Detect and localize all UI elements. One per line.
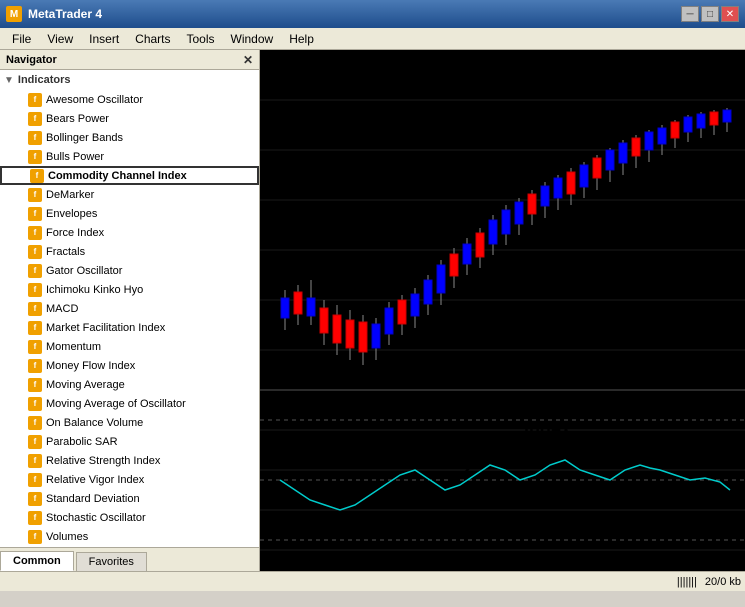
nav-item-bulls-power[interactable]: f Bulls Power (0, 147, 259, 166)
minimize-button[interactable]: ─ (681, 6, 699, 22)
nav-item-moving-average-oscillator[interactable]: f Moving Average of Oscillator (0, 394, 259, 413)
indicator-icon: f (28, 492, 42, 506)
nav-item-macd[interactable]: f MACD (0, 299, 259, 318)
nav-item-commodity-channel-index[interactable]: f Commodity Channel Index (0, 166, 259, 185)
nav-item-rsi[interactable]: f Relative Strength Index (0, 451, 259, 470)
nav-item-envelopes[interactable]: f Envelopes (0, 204, 259, 223)
status-indicator: ||||||| (677, 576, 697, 588)
indicator-icon: f (28, 378, 42, 392)
status-bar: ||||||| 20/0 kb (0, 571, 745, 591)
indicator-icon: f (28, 283, 42, 297)
indicator-icon: f (28, 321, 42, 335)
indicator-icon: f (28, 245, 42, 259)
title-bar-title: MetaTrader 4 (28, 7, 102, 21)
maximize-button[interactable]: □ (701, 6, 719, 22)
indicator-icon: f (28, 530, 42, 544)
nav-item-money-flow[interactable]: f Money Flow Index (0, 356, 259, 375)
nav-item-on-balance-volume[interactable]: f On Balance Volume (0, 413, 259, 432)
menu-view[interactable]: View (39, 30, 81, 48)
nav-item-market-facilitation[interactable]: f Market Facilitation Index (0, 318, 259, 337)
nav-item-moving-average[interactable]: f Moving Average (0, 375, 259, 394)
indicator-icon: f (28, 150, 42, 164)
nav-item-ichimoku[interactable]: f Ichimoku Kinko Hyo (0, 280, 259, 299)
chart-area[interactable]: Double Click Commodity ChannelIndex (260, 50, 745, 571)
menu-insert[interactable]: Insert (81, 30, 127, 48)
indicator-icon: f (28, 359, 42, 373)
menu-tools[interactable]: Tools (179, 30, 223, 48)
navigator-header: Navigator ✕ (0, 50, 259, 70)
indicator-icon: f (28, 340, 42, 354)
tab-common[interactable]: Common (0, 551, 74, 571)
nav-item-awesome-oscillator[interactable]: f Awesome Oscillator (0, 90, 259, 109)
menu-window[interactable]: Window (223, 30, 282, 48)
chart-svg (260, 50, 745, 571)
navigator-panel: Navigator ✕ ▼ Indicators f Awesome Oscil… (0, 50, 260, 571)
indicator-icon: f (28, 264, 42, 278)
nav-item-standard-deviation[interactable]: f Standard Deviation (0, 489, 259, 508)
tab-favorites[interactable]: Favorites (76, 552, 147, 571)
nav-item-force-index[interactable]: f Force Index (0, 223, 259, 242)
close-button[interactable]: ✕ (721, 6, 739, 22)
status-size: 20/0 kb (705, 576, 741, 588)
indicator-icon: f (28, 511, 42, 525)
nav-item-volumes[interactable]: f Volumes (0, 527, 259, 546)
navigator-tabs: Common Favorites (0, 547, 259, 571)
app-icon: M (6, 6, 22, 22)
indicators-label: Indicators (18, 74, 71, 86)
indicator-icon: f (28, 207, 42, 221)
menu-help[interactable]: Help (281, 30, 322, 48)
indicator-icon: f (28, 93, 42, 107)
menu-charts[interactable]: Charts (127, 30, 178, 48)
nav-item-demarker[interactable]: f DeMarker (0, 185, 259, 204)
main-layout: Navigator ✕ ▼ Indicators f Awesome Oscil… (0, 50, 745, 571)
indicator-icon: f (28, 112, 42, 126)
indicator-icon: f (28, 131, 42, 145)
nav-item-bears-power[interactable]: f Bears Power (0, 109, 259, 128)
navigator-title: Navigator (6, 54, 57, 66)
nav-item-relative-vigor[interactable]: f Relative Vigor Index (0, 470, 259, 489)
indicator-icon: f (28, 302, 42, 316)
menu-file[interactable]: File (4, 30, 39, 48)
indicator-icon: f (28, 416, 42, 430)
indicator-icon: f (28, 473, 42, 487)
indicator-icon: f (28, 397, 42, 411)
window-controls: ─ □ ✕ (681, 6, 739, 22)
nav-item-parabolic-sar[interactable]: f Parabolic SAR (0, 432, 259, 451)
nav-item-fractals[interactable]: f Fractals (0, 242, 259, 261)
title-bar: M MetaTrader 4 ─ □ ✕ (0, 0, 745, 28)
indicator-icon: f (28, 188, 42, 202)
indicators-section[interactable]: ▼ Indicators (0, 70, 259, 90)
navigator-close-button[interactable]: ✕ (243, 53, 253, 67)
indicator-icon: f (28, 435, 42, 449)
nav-item-gator-oscillator[interactable]: f Gator Oscillator (0, 261, 259, 280)
menu-bar: File View Insert Charts Tools Window Hel… (0, 28, 745, 50)
indicator-icon: f (30, 169, 44, 183)
nav-item-bollinger-bands[interactable]: f Bollinger Bands (0, 128, 259, 147)
indicator-icon: f (28, 454, 42, 468)
navigator-list[interactable]: ▼ Indicators f Awesome Oscillator f Bear… (0, 70, 259, 547)
indicator-icon: f (28, 226, 42, 240)
nav-item-stochastic[interactable]: f Stochastic Oscillator (0, 508, 259, 527)
nav-item-momentum[interactable]: f Momentum (0, 337, 259, 356)
